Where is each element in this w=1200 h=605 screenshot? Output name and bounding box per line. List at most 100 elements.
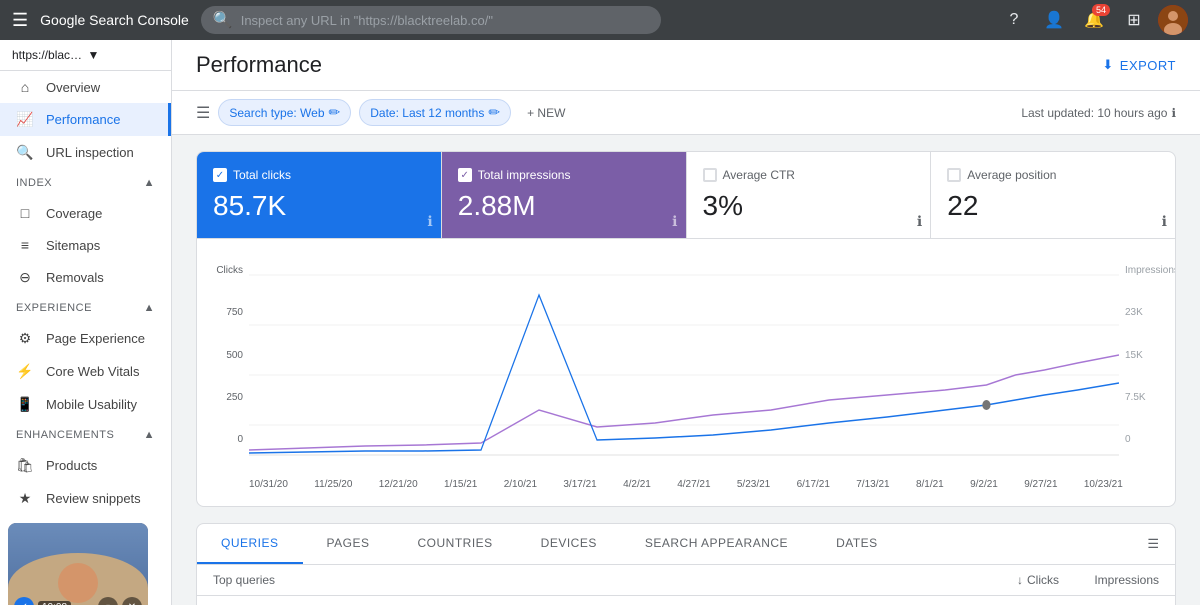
index-section-header[interactable]: Index ▲	[0, 169, 171, 197]
metric-card-total-clicks[interactable]: ✓ Total clicks 85.7K ℹ	[197, 152, 442, 238]
site-selector[interactable]: https://blacktreelab.co/ ▼	[0, 40, 171, 71]
tab-countries[interactable]: COUNTRIES	[393, 524, 516, 564]
experience-section-header[interactable]: Experience ▲	[0, 294, 171, 322]
filters-bar: ☰ Search type: Web ✏ Date: Last 12 month…	[172, 91, 1200, 135]
y-left-500: 500	[226, 350, 243, 361]
search-small-icon: 🔍	[16, 144, 34, 161]
home-icon: ⌂	[16, 79, 34, 95]
apps-button[interactable]: ⊞	[1118, 4, 1150, 36]
sidebar-item-mobile-usability[interactable]: 📱 Mobile Usability	[0, 388, 171, 421]
date-filter-chip[interactable]: Date: Last 12 months ✏	[359, 99, 511, 126]
apps-icon: ⊞	[1127, 10, 1140, 30]
x-label-6: 4/2/21	[623, 479, 651, 490]
chart-area: Clicks 750 500 250 0	[197, 239, 1175, 506]
sidebar-label-core-web: Core Web Vitals	[46, 364, 139, 379]
table-container: Top queries ↓ Clicks Impressions black t…	[197, 565, 1175, 605]
y-right-0: 0	[1125, 434, 1131, 445]
notification-badge: 54	[1092, 4, 1110, 16]
avg-ctr-label: Average CTR	[723, 168, 795, 182]
sidebar-item-core-web-vitals[interactable]: ⚡ Core Web Vitals	[0, 355, 171, 388]
x-label-5: 3/17/21	[563, 479, 596, 490]
menu-icon[interactable]: ☰	[12, 10, 28, 31]
x-label-3: 1/15/21	[444, 479, 477, 490]
sidebar-item-sitemaps[interactable]: ≡ Sitemaps	[0, 229, 171, 261]
avg-position-value: 22	[947, 190, 1159, 222]
avg-position-checkbox[interactable]: ✓	[947, 168, 961, 182]
sitemaps-icon: ≡	[16, 237, 34, 253]
total-clicks-checkbox[interactable]: ✓	[213, 168, 227, 182]
y-left-750: 750	[226, 307, 243, 318]
video-controls: ✓ 10:08 ⏸ ✕	[14, 597, 142, 605]
chart-dot[interactable]	[982, 400, 990, 410]
avg-position-label: Average position	[967, 168, 1056, 182]
tab-devices[interactable]: DEVICES	[517, 524, 621, 564]
new-filter-button[interactable]: + NEW	[519, 102, 573, 124]
y-right-23k: 23K	[1125, 307, 1143, 318]
metrics-container: ✓ Total clicks 85.7K ℹ ✓ Total impressio…	[196, 151, 1176, 507]
tab-pages[interactable]: PAGES	[303, 524, 394, 564]
account-button[interactable]: 👤	[1038, 4, 1070, 36]
table-row: black tree lab 1,258 2,231	[197, 596, 1175, 605]
help-button[interactable]: ?	[998, 4, 1030, 36]
sidebar-label-coverage: Coverage	[46, 206, 102, 221]
sidebar-item-page-experience[interactable]: ⚙ Page Experience	[0, 322, 171, 355]
layout: https://blacktreelab.co/ ▼ ⌂ Overview 📈 …	[0, 40, 1200, 605]
tab-dates[interactable]: DATES	[812, 524, 902, 564]
y-right-15k: 15K	[1125, 350, 1143, 361]
avg-position-info-icon[interactable]: ℹ	[1162, 213, 1167, 230]
avg-ctr-checkbox[interactable]: ✓	[703, 168, 717, 182]
sidebar-label-sitemaps: Sitemaps	[46, 238, 100, 253]
search-type-filter-chip[interactable]: Search type: Web ✏	[218, 99, 351, 126]
sidebar-item-review-snippets[interactable]: ★ Review snippets	[0, 482, 171, 515]
sidebar-item-removals[interactable]: ⊖ Removals	[0, 261, 171, 294]
metric-card-avg-ctr[interactable]: ✓ Average CTR 3% ℹ	[687, 152, 932, 238]
metric-card-total-impressions[interactable]: ✓ Total impressions 2.88M ℹ	[442, 152, 687, 238]
tab-queries[interactable]: QUERIES	[197, 524, 303, 564]
total-impressions-checkbox[interactable]: ✓	[458, 168, 472, 182]
topbar: ☰ Google Search Console 🔍 ? 👤 🔔 54 ⊞	[0, 0, 1200, 40]
total-impressions-info-icon[interactable]: ℹ	[672, 213, 677, 230]
avatar[interactable]	[1158, 5, 1188, 35]
index-section-label: Index	[16, 177, 52, 189]
search-input[interactable]	[241, 13, 649, 28]
mobile-icon: 📱	[16, 396, 34, 413]
search-bar[interactable]: 🔍	[201, 6, 661, 34]
notifications-button[interactable]: 🔔 54	[1078, 4, 1110, 36]
metric-card-avg-position[interactable]: ✓ Average position 22 ℹ	[931, 152, 1175, 238]
video-close-button[interactable]: ✕	[122, 597, 142, 605]
sidebar-label-page-experience: Page Experience	[46, 331, 145, 346]
x-label-2: 12/21/20	[379, 479, 418, 490]
search-icon: 🔍	[213, 10, 233, 30]
search-type-label: Search type: Web	[229, 106, 324, 120]
page-header: Performance ⬇ EXPORT	[172, 40, 1200, 91]
x-label-12: 9/2/21	[970, 479, 998, 490]
clicks-header-label: Clicks	[1027, 573, 1059, 587]
enhancements-section-header[interactable]: Enhancements ▲	[0, 421, 171, 449]
x-label-1: 11/25/20	[314, 479, 352, 490]
x-label-10: 7/13/21	[856, 479, 889, 490]
avg-ctr-info-icon[interactable]: ℹ	[917, 213, 922, 230]
sidebar-item-performance[interactable]: 📈 Performance	[0, 103, 171, 136]
table-filter-icon[interactable]: ☰	[1131, 524, 1175, 564]
total-impressions-label: Total impressions	[478, 168, 571, 182]
experience-section-label: Experience	[16, 302, 92, 314]
x-label-14: 10/23/21	[1084, 479, 1123, 490]
x-label-8: 5/23/21	[737, 479, 770, 490]
topbar-right: ? 👤 🔔 54 ⊞	[998, 4, 1188, 36]
video-check-icon: ✓	[14, 597, 34, 605]
sidebar-item-coverage[interactable]: □ Coverage	[0, 197, 171, 229]
col-header-clicks[interactable]: ↓ Clicks	[959, 573, 1059, 587]
tab-search-appearance[interactable]: SEARCH APPEARANCE	[621, 524, 812, 564]
table-header-row: Top queries ↓ Clicks Impressions	[197, 565, 1175, 596]
total-clicks-info-icon[interactable]: ℹ	[427, 213, 432, 230]
x-label-9: 6/17/21	[797, 479, 830, 490]
sidebar-item-products[interactable]: 🛍 Products	[0, 449, 171, 482]
removals-icon: ⊖	[16, 269, 34, 286]
video-pause-button[interactable]: ⏸	[98, 597, 118, 605]
filter-settings-icon[interactable]: ☰	[196, 103, 210, 123]
video-time-display: 10:08	[38, 601, 71, 605]
date-edit-icon: ✏	[488, 104, 500, 121]
sidebar-item-overview[interactable]: ⌂ Overview	[0, 71, 171, 103]
sidebar-item-url-inspection[interactable]: 🔍 URL inspection	[0, 136, 171, 169]
export-button[interactable]: ⬇ EXPORT	[1102, 57, 1176, 73]
